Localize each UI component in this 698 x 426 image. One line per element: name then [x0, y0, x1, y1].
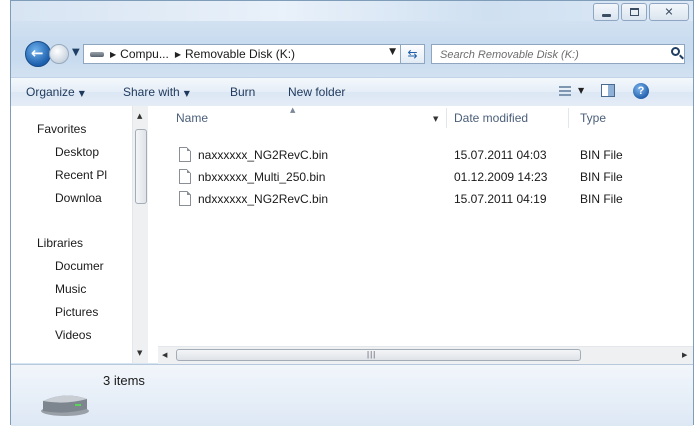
- column-header-type-label: Type: [580, 111, 607, 125]
- chevron-down-icon: ▼: [78, 89, 85, 98]
- nav-item-downloads[interactable]: Downloa: [55, 191, 128, 207]
- back-arrow-icon: ←: [31, 44, 44, 62]
- breadcrumb-chevron-icon[interactable]: ▶: [110, 50, 116, 59]
- content-area: Favorites Desktop Recent Pl Downloa Libr…: [11, 106, 693, 364]
- nav-vertical-scrollbar[interactable]: ▲ ▼: [132, 106, 148, 363]
- file-list: ▲ Name ▼ Date modified Type naxxxxxx_NG2…: [148, 106, 693, 364]
- nav-item-label: Videos: [55, 328, 92, 342]
- search-box: [431, 44, 685, 64]
- nav-libraries[interactable]: Libraries: [37, 236, 83, 252]
- chevron-down-icon: ▼: [183, 89, 190, 98]
- explorer-window: ✕ ← ▼ ▶ Compu... ▶ Removable Disk (K:) ▼…: [10, 0, 695, 426]
- removable-drive-icon: [90, 51, 104, 57]
- command-bar: Organize ▼ Share with ▼ Burn New folder ▼ …: [11, 77, 693, 107]
- horizontal-scrollbar[interactable]: ◀ ||| ▶: [158, 346, 693, 364]
- minimize-icon: [602, 14, 611, 17]
- view-options-icon[interactable]: [559, 86, 571, 96]
- file-type: BIN File: [580, 148, 623, 162]
- nav-libraries-label: Libraries: [37, 236, 84, 250]
- scroll-right-icon[interactable]: ▶: [682, 351, 687, 359]
- nav-item-recent-places[interactable]: Recent Pl: [55, 168, 128, 184]
- file-row[interactable]: naxxxxxx_NG2RevC.bin 15.07.2011 04:03 BI…: [148, 145, 693, 165]
- column-header-type[interactable]: Type: [580, 106, 606, 130]
- navigation-pane: Favorites Desktop Recent Pl Downloa Libr…: [11, 106, 148, 363]
- address-history-dropdown-icon[interactable]: ▼: [389, 47, 396, 57]
- file-date: 15.07.2011 04:19: [454, 192, 547, 206]
- back-button[interactable]: ←: [25, 41, 51, 67]
- breadcrumb-removable-disk[interactable]: Removable Disk (K:): [185, 47, 295, 61]
- nav-scroll-thumb[interactable]: [135, 129, 147, 204]
- address-row: ← ▼ ▶ Compu... ▶ Removable Disk (K:) ▼ ⇆: [11, 37, 695, 71]
- nav-item-label: Documer: [55, 259, 104, 273]
- scroll-grip-icon: |||: [367, 350, 377, 359]
- nav-item-label: Downloa: [55, 191, 102, 205]
- nav-item-label: Pictures: [55, 305, 99, 319]
- horizontal-scroll-thumb[interactable]: |||: [176, 349, 581, 361]
- close-button[interactable]: ✕: [649, 3, 689, 21]
- file-row[interactable]: ndxxxxxx_NG2RevC.bin 15.07.2011 04:19 BI…: [148, 189, 693, 209]
- maximize-button[interactable]: [621, 3, 647, 21]
- column-divider[interactable]: [446, 108, 447, 128]
- organize-button[interactable]: Organize ▼: [26, 85, 85, 99]
- nav-item-pictures[interactable]: Pictures: [55, 305, 98, 321]
- file-date: 01.12.2009 14:23: [454, 170, 548, 184]
- nav-item-desktop[interactable]: Desktop: [55, 145, 99, 161]
- nav-item-label: Music: [55, 282, 87, 296]
- nav-item-documents[interactable]: Documer: [55, 259, 128, 275]
- breadcrumb-chevron-icon[interactable]: ▶: [175, 50, 181, 59]
- file-name: nbxxxxxx_Multi_250.bin: [198, 170, 326, 184]
- column-header-name-label: Name: [176, 111, 209, 125]
- share-with-button[interactable]: Share with ▼: [123, 85, 190, 99]
- window-controls: ✕: [591, 3, 689, 21]
- new-folder-label: New folder: [288, 85, 346, 99]
- file-name: ndxxxxxx_NG2RevC.bin: [198, 192, 329, 206]
- minimize-button[interactable]: [593, 3, 619, 21]
- column-filter-dropdown-icon[interactable]: ▼: [433, 115, 438, 123]
- removable-drive-icon: [41, 395, 89, 416]
- maximize-icon: [630, 8, 639, 16]
- details-pane: 3 items: [11, 364, 693, 426]
- sort-ascending-icon: ▲: [290, 106, 296, 114]
- column-header-date-modified[interactable]: Date modified: [454, 106, 528, 130]
- new-folder-button[interactable]: New folder: [288, 85, 345, 99]
- file-type: BIN File: [580, 170, 623, 184]
- file-name: naxxxxxx_NG2RevC.bin: [198, 148, 329, 162]
- file-icon: [179, 147, 191, 162]
- search-input[interactable]: [438, 47, 662, 63]
- column-header-date-label: Date modified: [454, 111, 529, 125]
- nav-favorites[interactable]: Favorites: [37, 122, 86, 138]
- scroll-down-icon[interactable]: ▼: [137, 349, 142, 357]
- item-count: 3 items: [103, 373, 145, 388]
- file-icon: [179, 169, 191, 184]
- file-icon: [179, 191, 191, 206]
- burn-label: Burn: [230, 85, 256, 99]
- nav-item-label: Desktop: [55, 145, 100, 159]
- file-date: 15.07.2011 04:03: [454, 148, 547, 162]
- nav-item-music[interactable]: Music: [55, 282, 86, 298]
- help-icon[interactable]: ?: [633, 83, 649, 99]
- scroll-left-icon[interactable]: ◀: [162, 351, 167, 359]
- breadcrumb-computer[interactable]: Compu...: [120, 47, 169, 61]
- organize-label: Organize: [26, 85, 75, 99]
- file-type: BIN File: [580, 192, 623, 206]
- preview-pane-icon[interactable]: [601, 84, 615, 97]
- nav-favorites-label: Favorites: [37, 122, 87, 136]
- nav-item-label: Recent Pl: [55, 168, 108, 182]
- view-dropdown-icon[interactable]: ▼: [578, 86, 584, 95]
- scroll-up-icon[interactable]: ▲: [137, 112, 142, 120]
- forward-button[interactable]: [49, 44, 69, 64]
- column-divider[interactable]: [568, 108, 569, 128]
- burn-button[interactable]: Burn: [230, 85, 255, 99]
- refresh-icon: ⇆: [407, 47, 418, 61]
- recent-pages-dropdown-icon[interactable]: ▼: [72, 47, 80, 58]
- nav-item-videos[interactable]: Videos: [55, 328, 91, 344]
- share-with-label: Share with: [123, 85, 180, 99]
- close-icon: ✕: [664, 5, 674, 19]
- search-icon[interactable]: [671, 47, 680, 56]
- refresh-button[interactable]: ⇆: [401, 44, 425, 64]
- file-row[interactable]: nbxxxxxx_Multi_250.bin 01.12.2009 14:23 …: [148, 167, 693, 187]
- address-bar[interactable]: ▶ Compu... ▶ Removable Disk (K:) ▼: [83, 44, 401, 64]
- column-header-name[interactable]: Name: [176, 106, 208, 130]
